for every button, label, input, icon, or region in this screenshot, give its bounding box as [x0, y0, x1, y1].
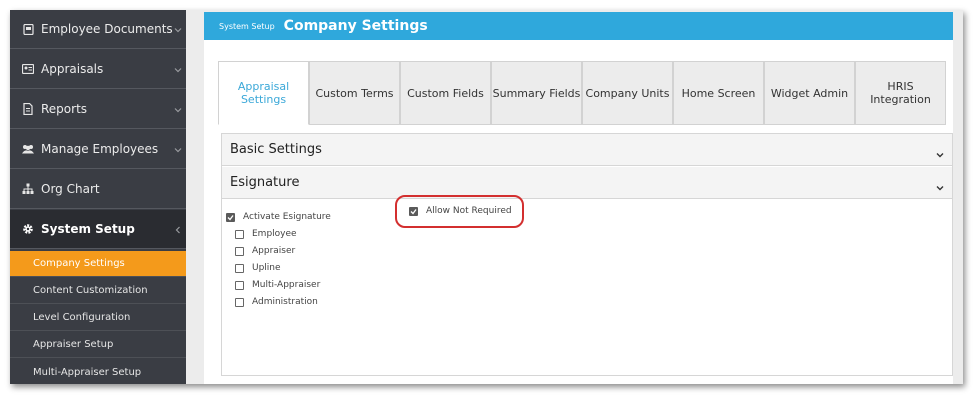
section-title: Basic Settings — [230, 142, 322, 157]
submenu-item-label: Appraiser Setup — [33, 339, 114, 350]
administration-checkbox[interactable] — [235, 297, 244, 307]
id-card-icon — [21, 62, 35, 76]
sidebar-item-label: Reports — [41, 102, 88, 116]
sidebar: Employee Documents Appraisals Reports Ma… — [10, 10, 186, 384]
tab-label: HRIS Integration — [870, 80, 931, 106]
submenu-item-level-configuration[interactable]: Level Configuration — [10, 305, 186, 331]
employee-option[interactable]: Employee — [235, 229, 297, 239]
gear-icon — [21, 222, 35, 236]
submenu-item-multi-appraiser-setup[interactable]: Multi-Appraiser Setup — [10, 359, 186, 384]
chevron-left-icon — [174, 223, 182, 234]
sidebar-item-appraisals[interactable]: Appraisals — [10, 50, 186, 89]
submenu-item-content-customization[interactable]: Content Customization — [10, 278, 186, 304]
submenu-item-label: Content Customization — [33, 285, 148, 296]
submenu-item-label: Company Settings — [33, 258, 125, 269]
upline-checkbox[interactable] — [235, 263, 244, 273]
appraiser-option[interactable]: Appraiser — [235, 246, 295, 256]
chevron-down-icon[interactable] — [935, 145, 945, 158]
checkbox-label: Activate Esignature — [243, 212, 331, 222]
submenu-item-appraiser-setup[interactable]: Appraiser Setup — [10, 332, 186, 358]
tab-company-units[interactable]: Company Units — [582, 61, 673, 125]
checkbox-label: Appraiser — [252, 246, 296, 256]
sidebar-item-label: Appraisals — [41, 62, 104, 76]
sidebar-item-label: Manage Employees — [41, 142, 159, 156]
tab-home-screen[interactable]: Home Screen — [673, 61, 764, 125]
users-icon — [21, 142, 35, 156]
sidebar-item-label: Org Chart — [41, 182, 100, 196]
tab-label: Summary Fields — [492, 86, 581, 100]
submenu-item-company-settings[interactable]: Company Settings — [10, 251, 186, 277]
tab-custom-fields[interactable]: Custom Fields — [400, 61, 491, 125]
document-icon — [21, 22, 35, 36]
app-window: Employee Documents Appraisals Reports Ma… — [10, 10, 963, 384]
section-esignature[interactable]: Esignature — [222, 167, 952, 199]
sidebar-item-employee-documents[interactable]: Employee Documents — [10, 10, 186, 49]
sidebar-item-org-chart[interactable]: Org Chart — [10, 170, 186, 209]
settings-panel: Basic Settings Esignature — [221, 133, 953, 376]
tab-hris-integration[interactable]: HRIS Integration — [855, 61, 946, 125]
checkbox-label: Multi-Appraiser — [252, 280, 321, 290]
employee-checkbox[interactable] — [235, 229, 244, 239]
tab-appraisal-settings[interactable]: Appraisal Settings — [218, 61, 309, 125]
tab-label: Company Units — [585, 86, 670, 100]
section-basic-settings[interactable]: Basic Settings — [222, 134, 952, 166]
org-chart-icon — [21, 182, 35, 196]
submenu-item-label: Multi-Appraiser Setup — [33, 366, 142, 378]
tab-summary-fields[interactable]: Summary Fields — [491, 61, 582, 125]
appraiser-checkbox[interactable] — [235, 246, 244, 256]
multi-appraiser-checkbox[interactable] — [235, 280, 244, 290]
section-title: Esignature — [230, 175, 300, 190]
page-header: System Setup Company Settings — [204, 12, 953, 40]
highlight-annotation — [395, 195, 524, 228]
tab-label: Custom Terms — [315, 86, 394, 100]
breadcrumb[interactable]: System Setup — [219, 22, 275, 31]
activate-esignature-checkbox[interactable] — [226, 212, 235, 222]
multi-appraiser-option[interactable]: Multi-Appraiser — [235, 280, 320, 290]
page-title: Company Settings — [283, 18, 428, 34]
activate-esignature-option[interactable]: Activate Esignature — [226, 212, 331, 222]
chevron-down-icon — [174, 63, 182, 73]
sidebar-item-system-setup[interactable]: System Setup — [10, 210, 186, 249]
chevron-down-icon — [174, 143, 182, 153]
sidebar-item-label: System Setup — [41, 222, 135, 236]
submenu-item-label: Level Configuration — [33, 312, 131, 323]
main-area: System Setup Company Settings Appraisal … — [186, 10, 963, 384]
sidebar-item-manage-employees[interactable]: Manage Employees — [10, 130, 186, 169]
chevron-down-icon[interactable] — [935, 178, 945, 191]
chevron-down-icon — [174, 23, 182, 33]
sidebar-item-reports[interactable]: Reports — [10, 90, 186, 129]
checkbox-label: Upline — [252, 263, 281, 273]
tab-label: Custom Fields — [407, 86, 484, 100]
tab-label: Appraisal Settings — [237, 80, 290, 106]
tab-label: Widget Admin — [770, 86, 849, 100]
tab-widget-admin[interactable]: Widget Admin — [764, 61, 855, 125]
chevron-down-icon — [174, 103, 182, 113]
checkbox-label: Employee — [252, 229, 297, 239]
sidebar-item-label: Employee Documents — [41, 22, 173, 36]
administration-option[interactable]: Administration — [235, 297, 318, 307]
upline-option[interactable]: Upline — [235, 263, 281, 273]
tab-label: Home Screen — [681, 86, 756, 100]
report-icon — [21, 102, 35, 116]
checkbox-label: Administration — [252, 297, 318, 307]
tab-custom-terms[interactable]: Custom Terms — [309, 61, 400, 125]
